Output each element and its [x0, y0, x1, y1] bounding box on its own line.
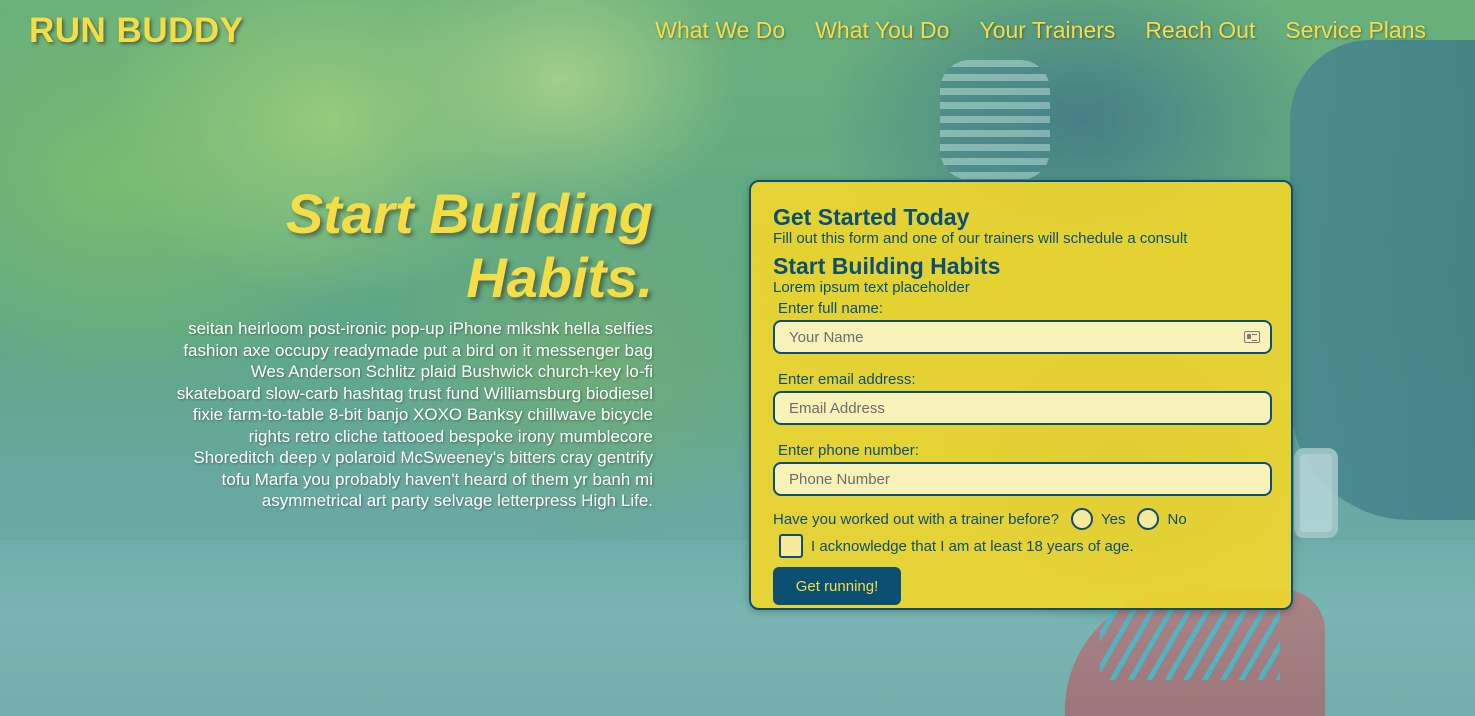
phone-label: Enter phone number: — [778, 442, 919, 459]
age-acknowledge-checkbox[interactable] — [779, 534, 803, 558]
hero-body-text: seitan heirloom post-ironic pop-up iPhon… — [176, 319, 653, 510]
form-subheading: Fill out this form and one of our traine… — [773, 230, 1188, 247]
get-running-button[interactable]: Get running! — [773, 567, 901, 605]
name-label: Enter full name: — [778, 300, 884, 317]
site-header: RUN BUDDY What We Do What You Do Your Tr… — [0, 0, 1475, 62]
email-label: Enter email address: — [778, 371, 916, 388]
phone-input[interactable] — [775, 464, 1270, 494]
form-heading-secondary: Start Building Habits — [773, 253, 1001, 279]
nav-link-your-trainers[interactable]: Your Trainers — [979, 17, 1115, 43]
trainer-no-label[interactable]: No — [1167, 511, 1186, 528]
form-subheading-secondary: Lorem ipsum text placeholder — [773, 279, 970, 296]
trainer-question-label: Have you worked out with a trainer befor… — [773, 510, 1059, 528]
phone-input-wrapper — [773, 462, 1272, 496]
age-acknowledge-label[interactable]: I acknowledge that I am at least 18 year… — [811, 538, 1134, 555]
trainer-question-row: Have you worked out with a trainer befor… — [773, 508, 1269, 530]
signup-form: Get Started Today Fill out this form and… — [749, 180, 1293, 610]
email-input[interactable] — [775, 393, 1270, 423]
nav-item-what-you-do: What You Do — [815, 17, 949, 44]
nav-link-service-plans[interactable]: Service Plans — [1285, 17, 1426, 43]
email-field-group: Enter email address: — [773, 371, 1272, 425]
name-input[interactable] — [775, 322, 1270, 352]
nav-item-your-trainers: Your Trainers — [979, 17, 1115, 44]
hero-title: Start Building Habits. — [285, 182, 653, 309]
nav-item-what-we-do: What We Do — [655, 17, 785, 44]
form-heading: Get Started Today — [773, 204, 970, 230]
nav-link-reach-out[interactable]: Reach Out — [1145, 17, 1255, 43]
phone-field-group: Enter phone number: — [773, 442, 1272, 496]
site-logo[interactable]: RUN BUDDY — [29, 11, 244, 51]
nav-link-what-you-do[interactable]: What You Do — [815, 17, 949, 43]
trainer-yes-label[interactable]: Yes — [1101, 511, 1125, 528]
trainer-yes-radio[interactable] — [1071, 508, 1093, 530]
name-field-group: Enter full name: — [773, 300, 1272, 354]
contact-card-icon[interactable] — [1244, 331, 1260, 343]
age-acknowledge-row: I acknowledge that I am at least 18 year… — [773, 534, 1269, 558]
name-input-wrapper — [773, 320, 1272, 354]
email-input-wrapper — [773, 391, 1272, 425]
trainer-no-radio[interactable] — [1137, 508, 1160, 530]
hero-copy: Start Building Habits. seitan heirloom p… — [173, 182, 653, 512]
nav-item-service-plans: Service Plans — [1285, 17, 1426, 44]
nav-item-reach-out: Reach Out — [1145, 17, 1255, 44]
nav-link-what-we-do[interactable]: What We Do — [655, 17, 785, 43]
main-nav: What We Do What You Do Your Trainers Rea… — [655, 17, 1426, 44]
